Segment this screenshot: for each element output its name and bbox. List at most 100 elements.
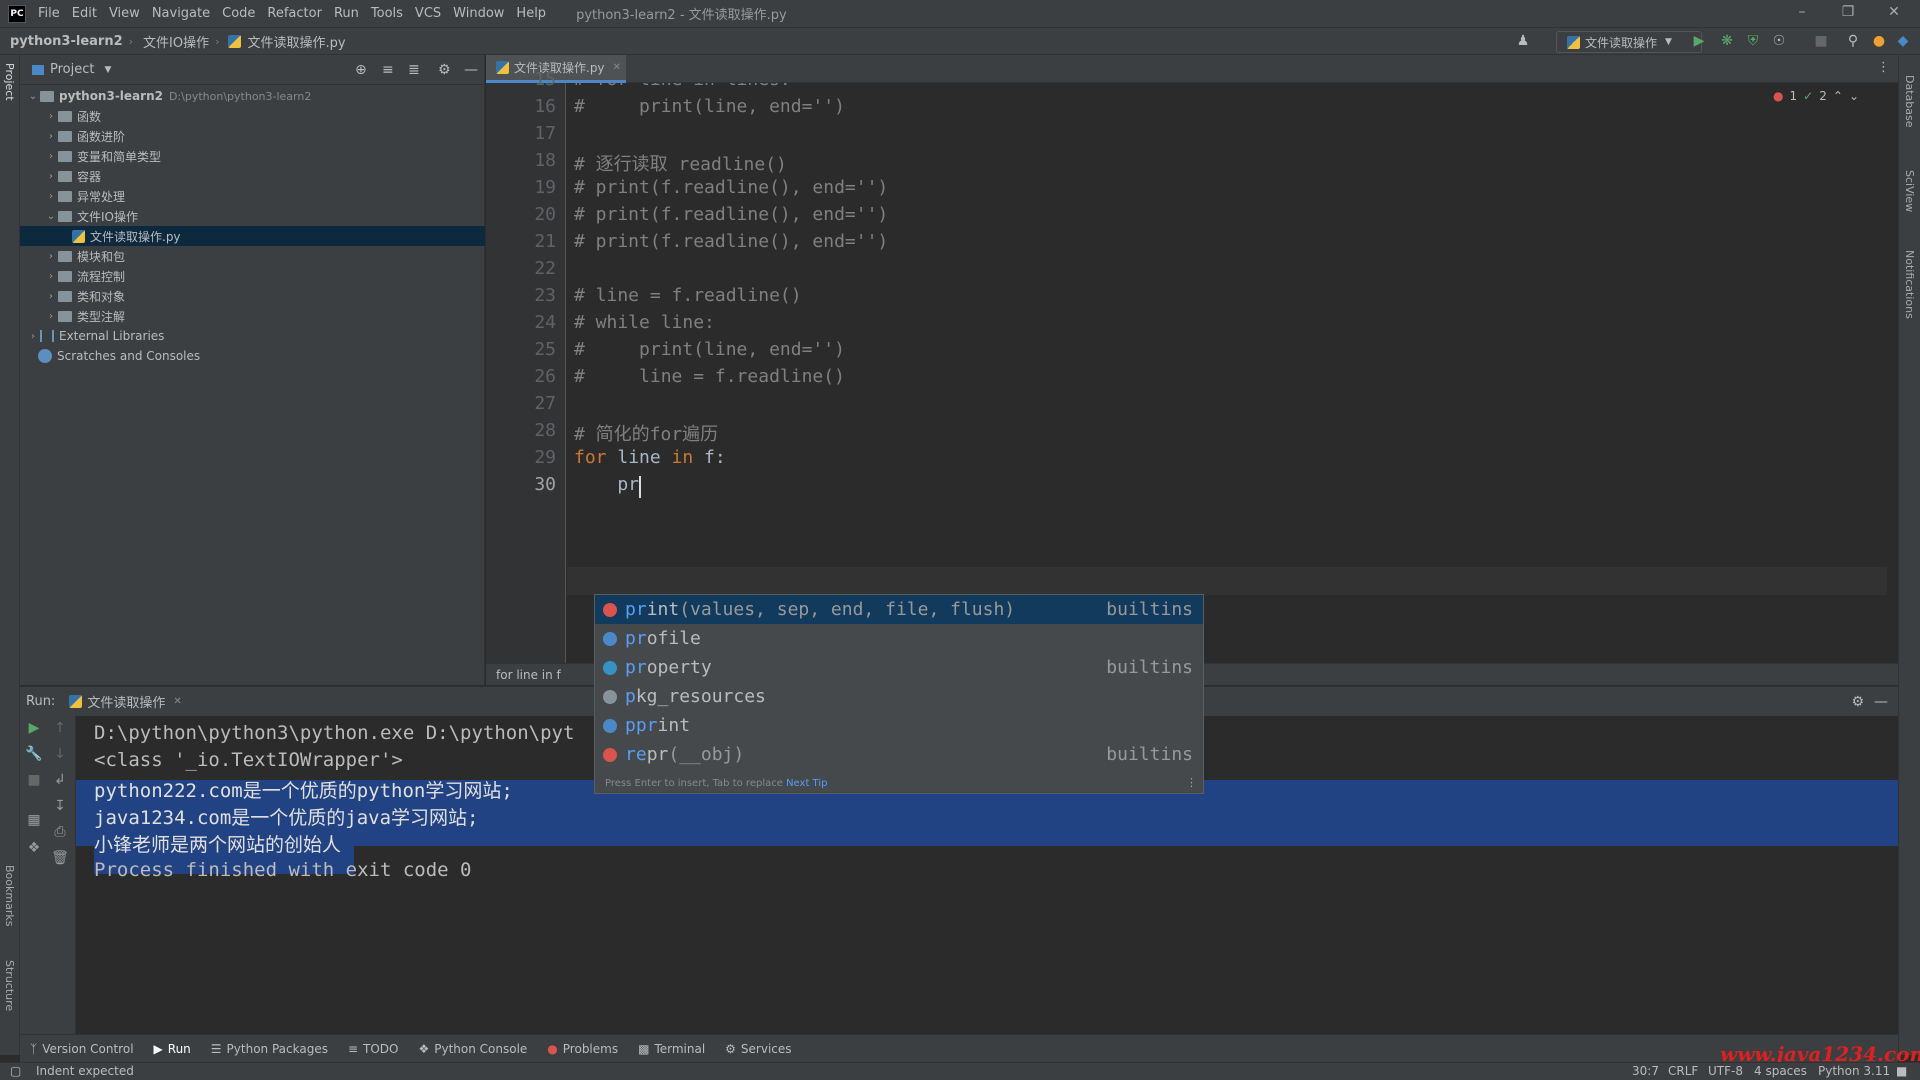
stripe-bookmarks[interactable]: Bookmarks: [3, 865, 16, 926]
rerun-icon[interactable]: ▶: [24, 720, 44, 736]
tree-item[interactable]: › 类和对象: [20, 286, 485, 306]
menu-file[interactable]: File: [38, 6, 60, 21]
toolwindow-todo[interactable]: ≡ TODO: [348, 1042, 399, 1056]
chevron-right-icon[interactable]: ›: [44, 151, 58, 162]
toolwindow-version-control[interactable]: ᛉ Version Control: [30, 1042, 134, 1056]
toolwindow-problems[interactable]: ● Problems: [547, 1042, 618, 1056]
restore-icon[interactable]: ❐: [1838, 4, 1858, 20]
code-line[interactable]: # while line:: [574, 312, 715, 333]
completion-item[interactable]: pr ofile: [595, 624, 1203, 653]
tree-item[interactable]: › 异常处理: [20, 186, 485, 206]
project-panel-title[interactable]: Project: [50, 62, 94, 77]
completion-item[interactable]: re pr (__obj) builtins: [595, 740, 1203, 769]
arrow-up-icon[interactable]: ↑: [50, 720, 70, 736]
toolwindow-python-console[interactable]: ❖ Python Console: [418, 1042, 527, 1056]
chevron-right-icon[interactable]: ›: [44, 131, 58, 142]
chevron-down-icon[interactable]: ⌄: [1849, 89, 1859, 103]
chevron-right-icon[interactable]: ›: [44, 191, 58, 202]
editor-breadcrumb[interactable]: for line in f: [496, 668, 561, 682]
stripe-project[interactable]: Project: [3, 63, 16, 101]
scroll-to-end-icon[interactable]: ↧: [50, 798, 70, 814]
more-options-icon[interactable]: ⋮: [1186, 776, 1197, 789]
inspection-widget[interactable]: ● 1 ✓ 2 ⌃ ⌄: [1773, 89, 1859, 103]
print-icon[interactable]: ⎙: [50, 824, 70, 840]
python-interpreter[interactable]: Python 3.11: [1818, 1064, 1890, 1078]
breadcrumb-file[interactable]: 文件读取操作.py: [248, 32, 346, 51]
gear-icon[interactable]: ⚙: [1851, 694, 1864, 710]
chevron-right-icon[interactable]: ›: [44, 171, 58, 182]
tree-item[interactable]: › 容器: [20, 166, 485, 186]
hide-icon[interactable]: —: [464, 62, 478, 78]
tree-item[interactable]: › 变量和简单类型: [20, 146, 485, 166]
search-icon[interactable]: ⚲: [1844, 33, 1862, 49]
toolwindow-services[interactable]: ⚙ Services: [725, 1042, 791, 1056]
collapse-all-icon[interactable]: ≣: [408, 62, 420, 78]
menu-view[interactable]: View: [109, 6, 140, 21]
lock-icon[interactable]: ■: [1896, 1064, 1907, 1078]
toolwindow-terminal[interactable]: ▩ Terminal: [638, 1042, 705, 1056]
status-square-icon[interactable]: ▢: [10, 1064, 21, 1078]
file-encoding[interactable]: UTF-8: [1708, 1064, 1743, 1078]
arrow-down-icon[interactable]: ↓: [50, 746, 70, 762]
plugin-icon[interactable]: ◆: [1894, 33, 1912, 49]
chevron-down-icon[interactable]: ⌄: [26, 91, 40, 102]
indent-setting[interactable]: 4 spaces: [1754, 1064, 1807, 1078]
run-configuration-select[interactable]: 文件读取操作 ▼: [1556, 31, 1702, 53]
code-line[interactable]: for line in f:: [574, 447, 726, 468]
code-line[interactable]: pr: [574, 474, 639, 495]
code-editor[interactable]: ● 1 ✓ 2 ⌃ ⌄ # for line in lines: # print(…: [567, 83, 1887, 663]
close-tab-icon[interactable]: ✕: [173, 696, 181, 707]
stop-icon[interactable]: ■: [1812, 33, 1830, 49]
code-line[interactable]: # for line in lines:: [574, 83, 791, 90]
menu-help[interactable]: Help: [516, 6, 546, 21]
update-icon[interactable]: ●: [1870, 33, 1888, 49]
pin-icon[interactable]: ❖: [24, 840, 44, 856]
code-line[interactable]: # print(f.readline(), end=''): [574, 177, 888, 198]
stripe-notifications[interactable]: Notifications: [1903, 250, 1916, 319]
code-line[interactable]: # print(line, end=''): [574, 339, 845, 360]
completion-item[interactable]: pr operty builtins: [595, 653, 1203, 682]
profile-icon[interactable]: ☉: [1770, 33, 1788, 49]
expand-all-icon[interactable]: ≡: [382, 62, 394, 78]
gear-icon[interactable]: ⚙: [438, 62, 451, 78]
trash-icon[interactable]: 🗑: [50, 850, 70, 866]
debug-icon[interactable]: ❋: [1718, 33, 1736, 49]
menu-run[interactable]: Run: [334, 6, 359, 21]
menu-tools[interactable]: Tools: [371, 6, 403, 21]
tree-item[interactable]: › External Libraries: [20, 326, 485, 346]
breadcrumb-folder[interactable]: 文件IO操作: [143, 32, 209, 51]
toolwindow-python-packages[interactable]: ☰ Python Packages: [211, 1042, 328, 1056]
completion-item[interactable]: p kg_resources: [595, 682, 1203, 711]
menu-vcs[interactable]: VCS: [415, 6, 441, 21]
coverage-icon[interactable]: ⛨: [1744, 33, 1762, 49]
stripe-structure[interactable]: Structure: [3, 960, 16, 1011]
chevron-right-icon[interactable]: ›: [44, 271, 58, 282]
chevron-right-icon[interactable]: ›: [44, 291, 58, 302]
next-tip-link[interactable]: Next Tip: [786, 778, 827, 789]
hide-icon[interactable]: —: [1874, 694, 1888, 710]
code-line[interactable]: # line = f.readline(): [574, 285, 802, 306]
caret-position[interactable]: 30:7: [1632, 1064, 1659, 1078]
tree-item[interactable]: › 流程控制: [20, 266, 485, 286]
breadcrumb-project[interactable]: python3-learn2: [10, 34, 123, 49]
toolwindow-run[interactable]: ▶ Run: [154, 1042, 191, 1056]
stripe-database[interactable]: Database: [1903, 75, 1916, 128]
chevron-right-icon[interactable]: ›: [26, 331, 40, 342]
code-line[interactable]: # line = f.readline(): [574, 366, 845, 387]
wrench-icon[interactable]: 🔧: [24, 746, 44, 762]
chevron-right-icon[interactable]: ›: [44, 311, 58, 322]
code-line[interactable]: # 逐行读取 readline(): [574, 150, 787, 176]
run-tab[interactable]: 文件读取操作: [87, 692, 165, 711]
locate-icon[interactable]: ⊕: [355, 62, 367, 78]
tree-item[interactable]: › 模块和包: [20, 246, 485, 266]
menu-window[interactable]: Window: [453, 6, 504, 21]
line-separator[interactable]: CRLF: [1668, 1064, 1698, 1078]
run-icon[interactable]: ▶: [1690, 33, 1708, 49]
close-tab-icon[interactable]: ✕: [613, 62, 621, 73]
tree-item[interactable]: ⌄ 文件IO操作: [20, 206, 485, 226]
more-tabs-icon[interactable]: ⋮: [1877, 60, 1890, 75]
tree-item[interactable]: Scratches and Consoles: [20, 346, 485, 366]
chevron-right-icon[interactable]: ›: [44, 111, 58, 122]
minimize-icon[interactable]: –: [1792, 4, 1812, 20]
chevron-right-icon[interactable]: ›: [44, 251, 58, 262]
